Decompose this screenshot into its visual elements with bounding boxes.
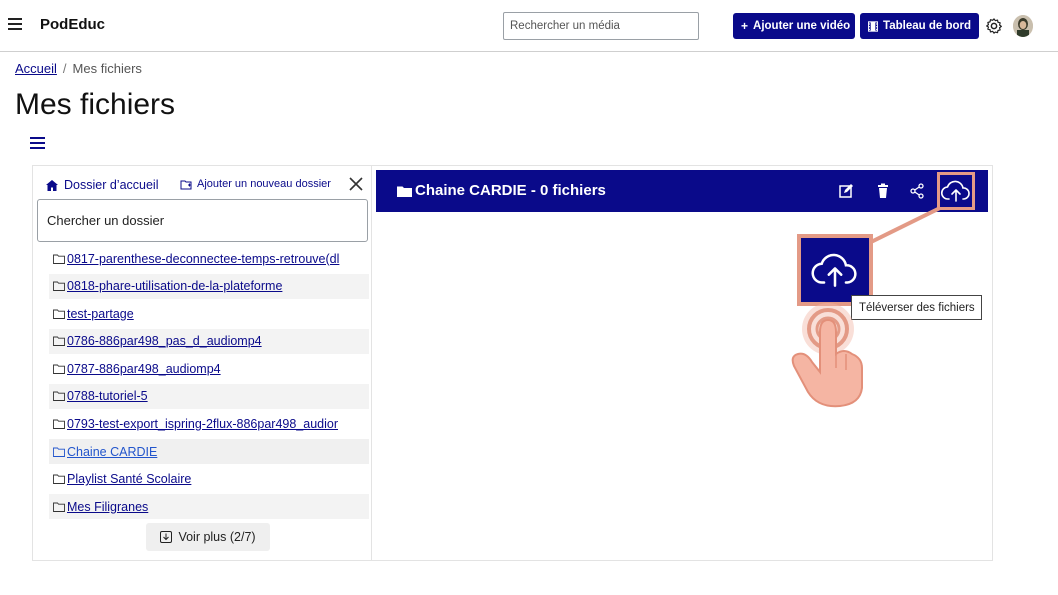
folder-item[interactable]: 0817-parenthese-deconnectee-temps-retrou… [49,246,369,271]
user-avatar[interactable] [1013,15,1033,37]
folder-icon [53,419,65,430]
add-video-label: Ajouter une vidéo [753,20,851,32]
page-title: Mes fichiers [15,88,176,121]
folder-icon [53,502,65,512]
folder-item[interactable]: 0788-tutoriel-5 [49,383,369,409]
folder-item[interactable]: Mes Filigranes [49,494,369,520]
folder-icon [53,364,65,374]
folder-link[interactable]: 0788-tutoriel-5 [67,389,148,403]
folder-icon [53,281,65,292]
folder-filled-icon [397,186,412,197]
search-media-input[interactable] [503,12,699,40]
folder-link[interactable]: 0817-parenthese-deconnectee-temps-retrou… [67,252,339,266]
folder-content: Chaine CARDIE - 0 fichiers [373,166,993,560]
folder-link[interactable]: Playlist Santé Scolaire [67,472,191,486]
folder-link[interactable]: Mes Filigranes [67,500,148,514]
show-more-button[interactable]: Voir plus (2/7) [146,523,270,551]
folder-link[interactable]: 0787-886par498_audiomp4 [67,362,221,376]
film-icon [868,20,879,32]
pointing-hand-icon [791,303,863,408]
home-folder-link[interactable]: Dossier d’accueil [46,178,158,192]
folder-item[interactable]: test-partage [49,301,369,326]
cloud-upload-icon [811,253,857,287]
folder-title: Chaine CARDIE - 0 fichiers [397,182,606,199]
folder-link[interactable]: 0786-886par498_pas_d_audiomp4 [67,334,262,348]
plus-icon: + [741,19,749,33]
folder-link[interactable]: 0818-phare-utilisation-de-la-plateforme [67,279,282,293]
folder-icon [53,447,65,457]
folder-icon [53,336,65,347]
show-more-label: Voir plus (2/7) [178,530,256,544]
dashboard-button[interactable]: Tableau de bord [860,13,979,39]
add-video-button[interactable]: + Ajouter une vidéo [733,13,855,39]
download-arrow-icon [160,531,173,543]
add-folder-icon [180,180,192,189]
folder-icon [53,474,65,485]
hamburger-menu-icon[interactable] [8,18,22,30]
upload-files-button[interactable] [937,172,975,210]
share-icon[interactable] [909,183,925,199]
dashboard-label: Tableau de bord [883,20,971,32]
folder-link[interactable]: Chaine CARDIE [67,445,157,459]
folder-search-input[interactable] [37,199,368,242]
folder-link[interactable]: test-partage [67,307,134,321]
close-icon[interactable] [349,177,363,191]
folder-list: 0817-parenthese-deconnectee-temps-retrou… [49,246,369,522]
home-icon [46,179,58,191]
folder-header-bar: Chaine CARDIE - 0 fichiers [376,170,988,212]
folder-item[interactable]: 0793-test-export_ispring-2flux-886par498… [49,412,369,437]
cloud-upload-icon [940,180,970,202]
home-folder-label: Dossier d’accueil [64,178,159,192]
folder-item[interactable]: 0787-886par498_audiomp4 [49,356,369,381]
folder-icon [53,309,65,319]
top-navbar: PodEduc + Ajouter une vidéo Tableau de b… [0,0,1058,52]
folder-item[interactable]: Playlist Santé Scolaire [49,467,369,492]
breadcrumb-home-link[interactable]: Accueil [15,61,57,76]
folder-item-active[interactable]: Chaine CARDIE [49,439,369,465]
breadcrumb-current: Mes fichiers [72,61,142,76]
folder-item[interactable]: 0786-886par498_pas_d_audiomp4 [49,328,369,354]
trash-icon[interactable] [875,183,891,199]
gear-icon[interactable] [985,17,1003,35]
folder-link[interactable]: 0793-test-export_ispring-2flux-886par498… [67,417,338,431]
brand-logo[interactable]: PodEduc [40,16,105,33]
folder-icon [53,254,65,264]
edit-icon[interactable] [838,183,854,199]
add-folder-button[interactable]: Ajouter un nouveau dossier [180,178,331,190]
folder-icon [53,392,65,402]
add-folder-label: Ajouter un nouveau dossier [197,178,331,190]
folder-title-label: Chaine CARDIE - 0 fichiers [415,182,606,199]
breadcrumb: Accueil / Mes fichiers [15,61,142,76]
folders-menu-toggle-icon[interactable] [30,137,45,150]
folder-item[interactable]: 0818-phare-utilisation-de-la-plateforme [49,273,369,299]
folder-sidebar: Dossier d’accueil Ajouter un nouveau dos… [33,166,372,560]
